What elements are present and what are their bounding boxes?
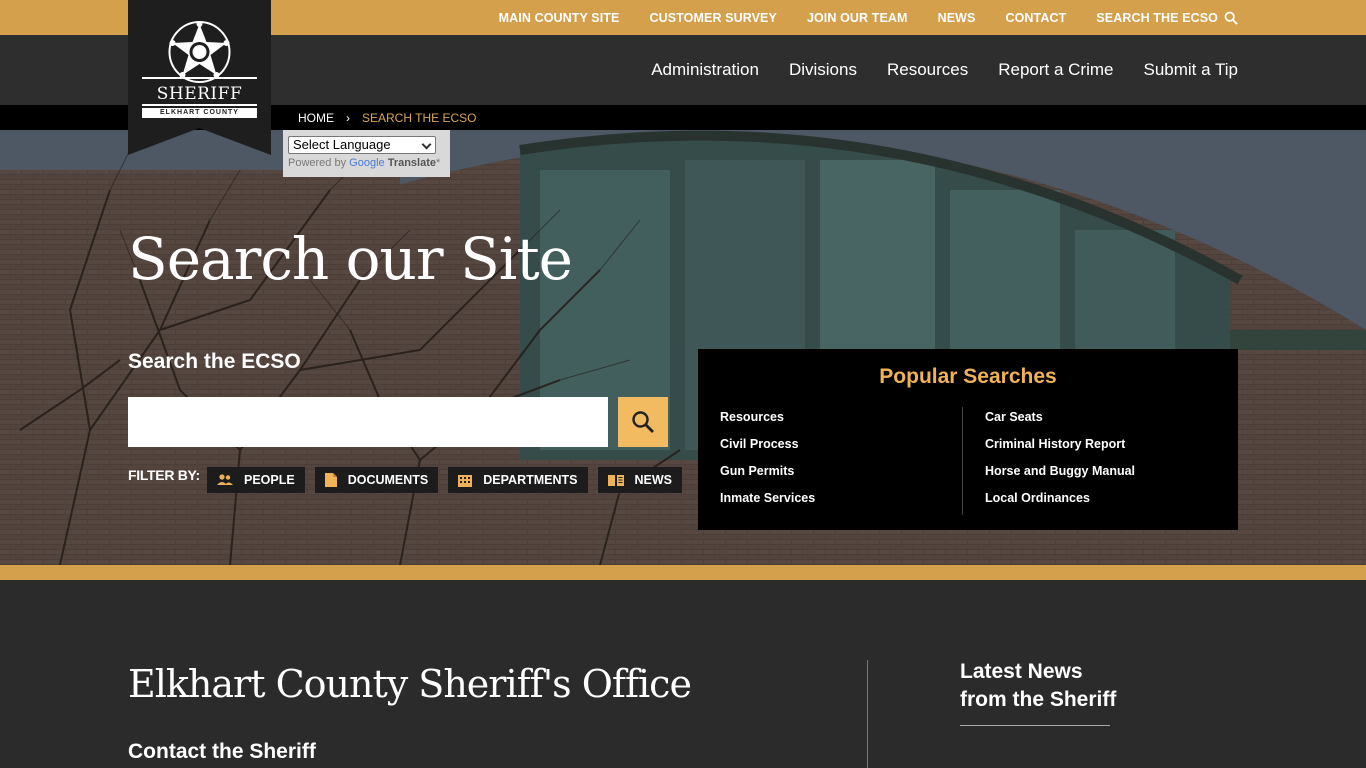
- footer: Elkhart County Sheriff's Office Contact …: [0, 580, 1366, 768]
- sheriff-logo[interactable]: SHERIFF ELKHART COUNTY: [128, 0, 271, 155]
- breadcrumb-current: SEARCH THE ECSO: [362, 110, 477, 125]
- powered-by-text: Powered by: [288, 157, 347, 169]
- filter-documents-label: DOCUMENTS: [347, 473, 429, 487]
- filter-label: FILTER BY:: [128, 467, 200, 483]
- translate-attribution: Powered by Google Translate*: [288, 157, 445, 169]
- nav-item-submit-a-tip[interactable]: Submit a Tip: [1144, 60, 1239, 80]
- filter-documents[interactable]: DOCUMENTS: [314, 467, 439, 493]
- utility-link-contact[interactable]: CONTACT: [1005, 11, 1066, 25]
- utility-link-news[interactable]: NEWS: [938, 11, 976, 25]
- breadcrumb-home[interactable]: HOME: [298, 111, 334, 125]
- newspaper-icon: [607, 475, 624, 486]
- popular-link[interactable]: Inmate Services: [720, 488, 815, 515]
- hero: Search our Site Search the ECSO FILTER B…: [0, 130, 1366, 565]
- utility-link-customer-survey[interactable]: CUSTOMER SURVEY: [649, 11, 776, 25]
- nav-item-resources[interactable]: Resources: [887, 60, 968, 80]
- nav-item-administration[interactable]: Administration: [651, 60, 759, 80]
- search-label: Search the ECSO: [128, 350, 301, 373]
- utility-nav: MAIN COUNTY SITE CUSTOMER SURVEY JOIN OU…: [469, 0, 1238, 35]
- popular-link[interactable]: Car Seats: [985, 407, 1135, 434]
- nav-item-report-a-crime[interactable]: Report a Crime: [998, 60, 1113, 80]
- filter-chips: PEOPLE DOCUMENTS DEPARTMENTS NEWS: [207, 467, 692, 493]
- page: MAIN COUNTY SITE CUSTOMER SURVEY JOIN OU…: [0, 0, 1366, 768]
- utility-link-join-our-team[interactable]: JOIN OUR TEAM: [807, 11, 908, 25]
- utility-link-search-label: SEARCH THE ECSO: [1096, 10, 1218, 25]
- translate-link[interactable]: Translate: [388, 157, 436, 169]
- search-icon: [1224, 11, 1238, 25]
- search-button[interactable]: [618, 397, 668, 447]
- filter-departments-label: DEPARTMENTS: [483, 473, 578, 487]
- popular-link[interactable]: Local Ordinances: [985, 488, 1135, 515]
- popular-searches-left: Resources Civil Process Gun Permits Inma…: [720, 407, 815, 515]
- people-icon: [217, 474, 233, 485]
- breadcrumb-separator: ›: [346, 110, 350, 125]
- popular-searches-right: Car Seats Criminal History Report Horse …: [985, 407, 1135, 515]
- gold-divider-band: [0, 565, 1366, 580]
- logo-subtitle: ELKHART COUNTY: [160, 109, 239, 116]
- translate-asterisk: *: [436, 157, 441, 169]
- popular-link[interactable]: Horse and Buggy Manual: [985, 461, 1135, 488]
- main-nav-list: Administration Divisions Resources Repor…: [621, 35, 1238, 105]
- search-icon: [632, 411, 654, 433]
- building-icon: [458, 475, 473, 487]
- popular-searches-title: Popular Searches: [879, 365, 1057, 388]
- utility-link-main-county-site[interactable]: MAIN COUNTY SITE: [499, 11, 620, 25]
- footer-news-rule: [960, 725, 1110, 726]
- popular-link[interactable]: Gun Permits: [720, 461, 815, 488]
- footer-news-heading: Latest News from the Sheriff: [960, 658, 1116, 714]
- filter-news[interactable]: NEWS: [597, 467, 682, 493]
- filter-people[interactable]: PEOPLE: [207, 467, 305, 493]
- logo-word: SHERIFF: [156, 84, 243, 104]
- popular-divider: [962, 407, 963, 515]
- breadcrumb: HOME › SEARCH THE ECSO: [298, 105, 476, 130]
- filter-news-label: NEWS: [634, 473, 673, 487]
- popular-link[interactable]: Resources: [720, 407, 815, 434]
- popular-link[interactable]: Civil Process: [720, 434, 815, 461]
- page-title: Search our Site: [128, 225, 573, 293]
- language-select[interactable]: Select Language: [288, 136, 436, 154]
- popular-searches-panel: Popular Searches Resources Civil Process…: [698, 349, 1238, 530]
- nav-item-divisions[interactable]: Divisions: [789, 60, 857, 80]
- footer-news-line1: Latest News: [960, 660, 1083, 683]
- footer-contact-heading: Contact the Sheriff: [128, 740, 316, 763]
- utility-link-search[interactable]: SEARCH THE ECSO: [1096, 11, 1238, 25]
- search-input[interactable]: [128, 397, 608, 447]
- filter-departments[interactable]: DEPARTMENTS: [448, 467, 588, 493]
- footer-news-line2: from the Sheriff: [960, 688, 1117, 711]
- google-logo: Google: [349, 157, 385, 169]
- sheriff-badge-logo: [128, 0, 271, 155]
- filter-people-label: PEOPLE: [244, 473, 295, 487]
- popular-link[interactable]: Criminal History Report: [985, 434, 1135, 461]
- google-translate-widget: Select Language Powered by Google Transl…: [283, 130, 450, 177]
- footer-divider: [867, 660, 868, 768]
- document-icon: [324, 473, 337, 487]
- footer-org-name: Elkhart County Sheriff's Office: [128, 662, 692, 706]
